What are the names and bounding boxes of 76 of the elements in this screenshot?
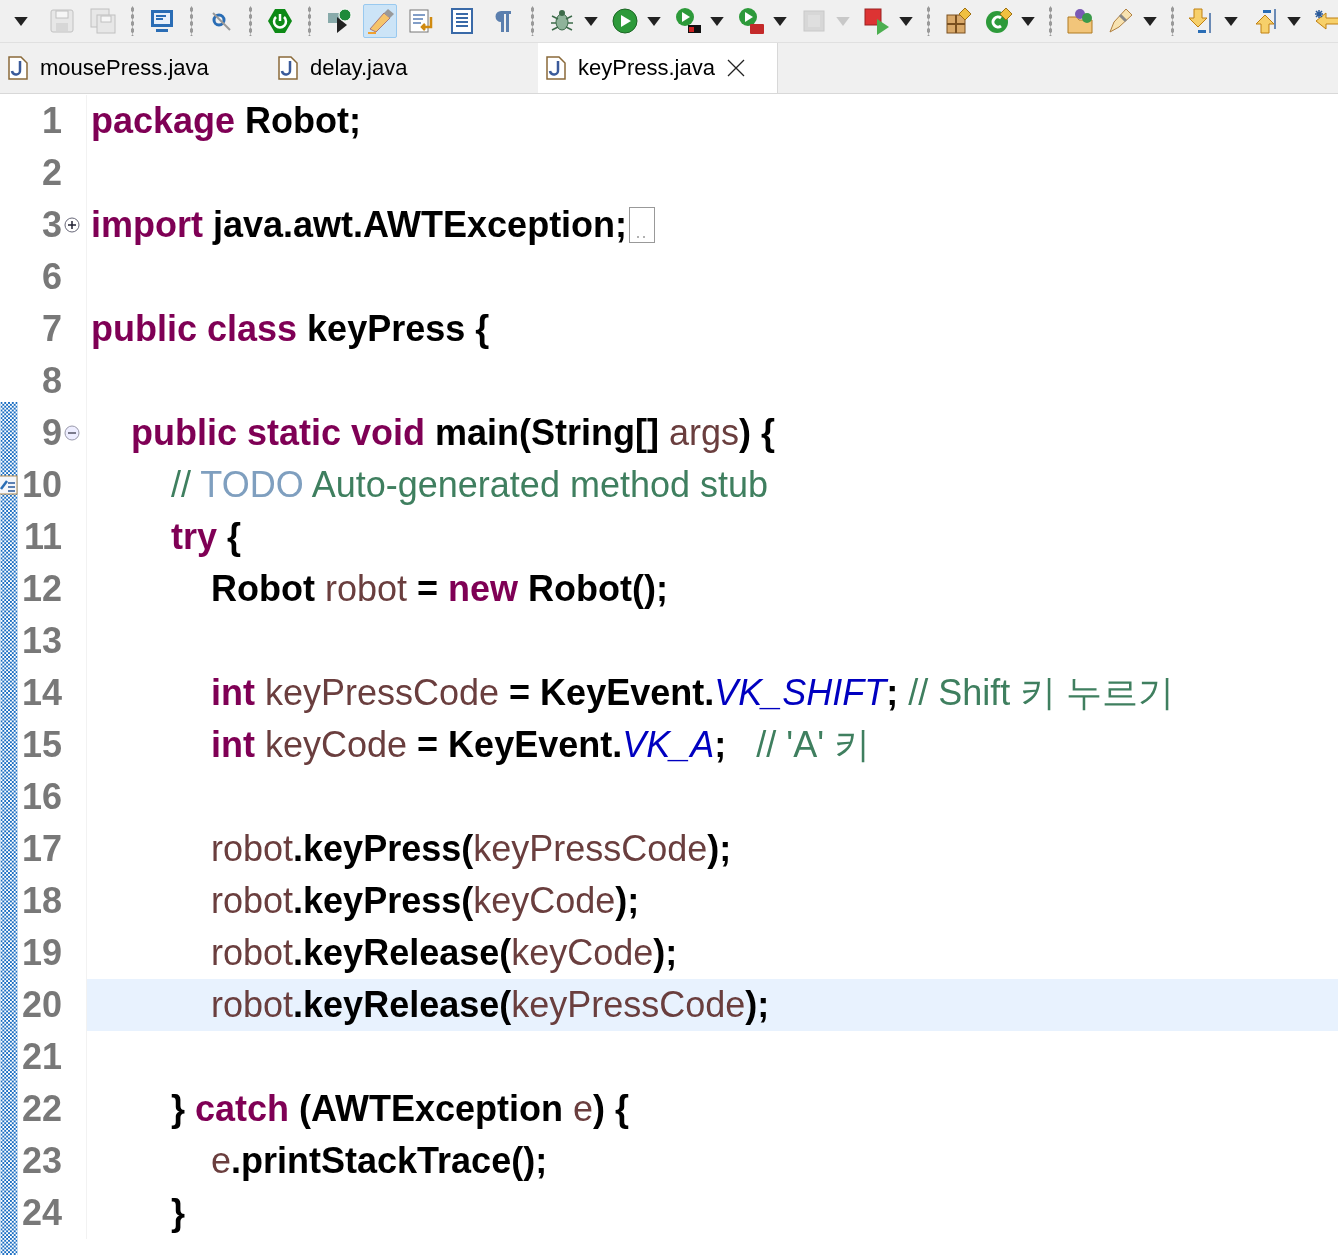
monitor-icon (148, 7, 176, 35)
code-line: Robot robot = new Robot(); (211, 568, 668, 610)
code-line: robot.keyPress(keyCode); (211, 880, 640, 922)
line-number: 10 (21, 464, 62, 506)
new-class-icon (985, 7, 1013, 35)
line-number: 13 (21, 620, 62, 662)
code-line: // TODO Auto-generated method stub (171, 464, 769, 506)
editor-tab[interactable]: delay.java (270, 43, 540, 93)
coverage-icon (674, 7, 702, 35)
folded-code-icon[interactable] (629, 207, 656, 243)
java-file-icon (278, 56, 298, 80)
new-package-icon (944, 7, 972, 35)
line-number: 11 (23, 516, 62, 558)
line-number: 14 (21, 672, 62, 714)
code-line: public static void main(String[] args) { (131, 412, 776, 454)
line-number: 24 (21, 1192, 62, 1234)
dropdown-caret-icon (836, 16, 850, 26)
line-number: 19 (21, 932, 62, 974)
line-number: 9 (41, 412, 62, 454)
dropdown-caret-icon (773, 16, 787, 26)
line-number: 21 (21, 1036, 62, 1078)
dropdown-caret-icon (1143, 16, 1157, 26)
dropdown-caret-icon (1021, 16, 1035, 26)
dropdown-caret-icon (647, 16, 661, 26)
block-selection-icon (448, 7, 476, 35)
highlighter-icon (366, 7, 394, 35)
line-number: 15 (21, 724, 62, 766)
code-line: robot.keyRelease(keyPressCode); (211, 984, 770, 1026)
code-line: public class keyPress { (91, 308, 490, 350)
run-tools-icon (737, 7, 765, 35)
editor-tab[interactable]: keyPress.java (538, 43, 778, 93)
line-number: 23 (21, 1140, 62, 1182)
line-number: 8 (41, 360, 62, 402)
expand-icon[interactable] (64, 217, 80, 233)
folder-icon (1066, 7, 1094, 35)
line-number: 18 (21, 880, 62, 922)
line-number: 22 (21, 1088, 62, 1130)
editor-tab[interactable]: mousePress.java (0, 43, 270, 93)
caret-icon (14, 16, 28, 26)
dropdown-caret-icon (710, 16, 724, 26)
line-number: 2 (41, 152, 62, 194)
java-file-icon (546, 56, 566, 80)
code-line: robot.keyPress(keyPressCode); (211, 828, 732, 870)
dropdown-caret-icon (584, 16, 598, 26)
code-line: package Robot; (91, 100, 362, 142)
code-line: try { (171, 516, 242, 558)
pen-icon (1107, 7, 1135, 35)
line-number: 1 (41, 100, 62, 142)
dropdown-caret-icon (1224, 16, 1238, 26)
run-last-icon (325, 7, 353, 35)
code-line: int keyPressCode = KeyEvent.VK_SHIFT; // Shift 키 누르기 (211, 670, 1175, 715)
launch-icon (863, 7, 891, 35)
line-number: 7 (41, 308, 62, 350)
line-number: 16 (21, 776, 62, 818)
line-number: 3 (41, 204, 62, 246)
play-icon (611, 7, 639, 35)
line-number: 20 (21, 984, 62, 1026)
save-all-icon (89, 7, 117, 35)
line-number: 6 (41, 256, 62, 298)
format-icon (407, 7, 435, 35)
code-line: e.printStackTrace(); (211, 1140, 548, 1182)
code-line: } catch (AWTException e) { (171, 1088, 630, 1130)
code-line: import java.awt.AWTException; (91, 204, 628, 246)
line-number: 17 (21, 828, 62, 870)
close-icon[interactable] (726, 59, 745, 77)
code-line: } (171, 1192, 185, 1234)
collapse-icon[interactable] (64, 425, 80, 441)
java-file-icon (8, 56, 28, 80)
save-icon (48, 7, 76, 35)
line-number: 12 (21, 568, 62, 610)
dropdown-caret-icon (1287, 16, 1301, 26)
code-line: robot.keyRelease(keyCode); (211, 932, 678, 974)
dropdown-caret-icon (899, 16, 913, 26)
code-line: int keyCode = KeyEvent.VK_A; // 'A' 키 (211, 722, 870, 767)
power-icon (266, 7, 294, 35)
stop-icon (800, 7, 828, 35)
